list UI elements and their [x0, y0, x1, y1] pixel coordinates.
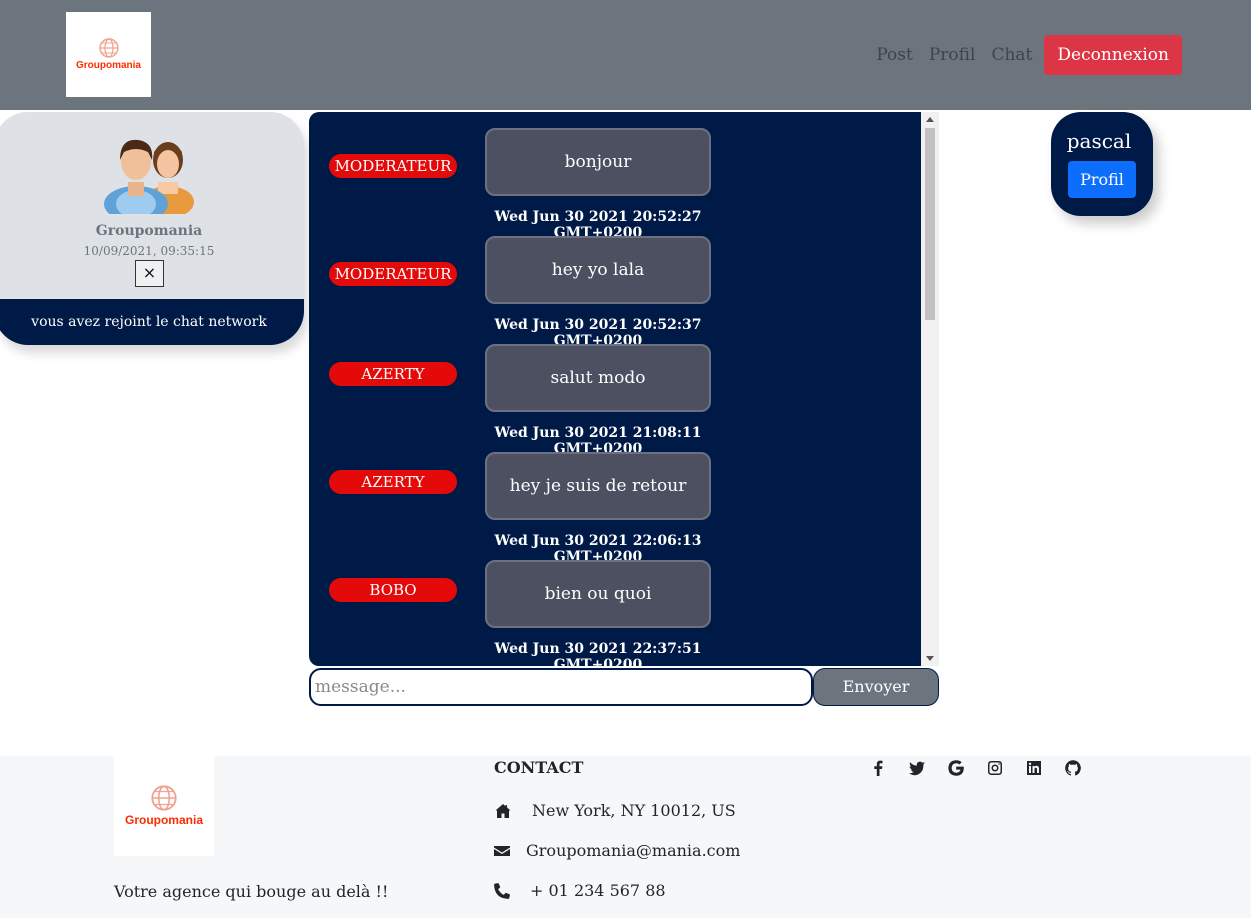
profile-button[interactable]: Profil — [1068, 161, 1136, 198]
brand-logo[interactable]: Groupomania — [66, 12, 151, 97]
globe-icon — [151, 785, 177, 811]
chat-message: AZERTY hey je suis de retour Wed Jun 30 … — [309, 444, 921, 565]
twitter-icon[interactable] — [909, 760, 925, 776]
author-badge: MODERATEUR — [329, 154, 457, 178]
footer-logo-text: Groupomania — [124, 813, 203, 827]
users-avatar-icon — [104, 139, 194, 214]
page-footer: Groupomania Votre agence qui bouge au de… — [0, 756, 1251, 918]
nav-chat-link[interactable]: Chat — [991, 45, 1032, 65]
chat-message-partial — [309, 660, 921, 666]
author-badge: MODERATEUR — [329, 262, 457, 286]
send-button[interactable]: Envoyer — [813, 668, 939, 706]
join-message: vous avez rejoint le chat network — [0, 299, 304, 345]
close-button[interactable]: × — [135, 260, 164, 287]
chat-message: AZERTY salut modo Wed Jun 30 2021 21:08:… — [309, 336, 921, 457]
chat-message: BOBO bien ou quoi Wed Jun 30 2021 22:37:… — [309, 552, 921, 666]
address-text: New York, NY 10012, US — [532, 801, 736, 820]
scroll-down-arrow-icon[interactable] — [926, 656, 934, 661]
logo-text: Groupomania — [75, 60, 141, 71]
scroll-up-arrow-icon[interactable] — [926, 117, 934, 122]
facebook-icon[interactable] — [870, 760, 886, 776]
scrollbar-thumb[interactable] — [925, 128, 935, 320]
phone-icon — [494, 882, 510, 899]
message-bubble: hey yo lala — [485, 236, 711, 304]
contact-email: Groupomania@mania.com — [494, 841, 740, 860]
globe-icon — [98, 38, 119, 58]
github-icon[interactable] — [1065, 760, 1081, 776]
author-badge: BOBO — [329, 578, 457, 602]
contact-title: CONTACT — [494, 758, 584, 777]
footer-tagline: Votre agence qui bouge au delà !! — [114, 882, 389, 901]
contact-phone: + 01 234 567 88 — [494, 881, 666, 900]
card-date: 10/09/2021, 09:35:15 — [83, 244, 215, 258]
google-icon[interactable] — [948, 760, 964, 776]
card-author-name: Groupomania — [95, 223, 203, 239]
message-bubble: bien ou quoi — [485, 560, 711, 628]
join-notification-card: Groupomania 10/09/2021, 09:35:15 × vous … — [0, 112, 304, 345]
footer-logo: Groupomania — [114, 756, 214, 856]
current-user-card: pascal Profil — [1051, 112, 1153, 216]
email-text: Groupomania@mania.com — [526, 841, 741, 860]
author-badge: AZERTY — [329, 470, 457, 494]
current-user-name: pascal — [1066, 129, 1132, 153]
top-navbar: Groupomania Post Profil Chat Deconnexion — [0, 0, 1251, 110]
message-input[interactable] — [309, 668, 813, 706]
social-links — [870, 760, 1104, 776]
phone-text: + 01 234 567 88 — [530, 881, 666, 900]
nav-profil-link[interactable]: Profil — [929, 45, 976, 65]
nav-post-link[interactable]: Post — [876, 45, 913, 65]
contact-address: New York, NY 10012, US — [494, 801, 736, 820]
chat-scrollbar[interactable] — [921, 112, 939, 666]
chat-message: MODERATEUR hey yo lala Wed Jun 30 2021 2… — [309, 228, 921, 349]
linkedin-icon[interactable] — [1026, 760, 1042, 776]
message-bubble: salut modo — [485, 344, 711, 412]
chat-messages-panel[interactable]: MODERATEUR bonjour Wed Jun 30 2021 20:52… — [309, 112, 939, 666]
message-bubble: bonjour — [485, 128, 711, 196]
message-bubble: hey je suis de retour — [485, 452, 711, 520]
home-icon — [495, 803, 511, 818]
chat-message: MODERATEUR bonjour Wed Jun 30 2021 20:52… — [309, 120, 921, 241]
main-nav: Post Profil Chat Deconnexion — [860, 35, 1182, 75]
author-badge: AZERTY — [329, 362, 457, 386]
instagram-icon[interactable] — [987, 760, 1003, 776]
envelope-icon — [494, 845, 510, 856]
logout-button[interactable]: Deconnexion — [1044, 35, 1182, 75]
